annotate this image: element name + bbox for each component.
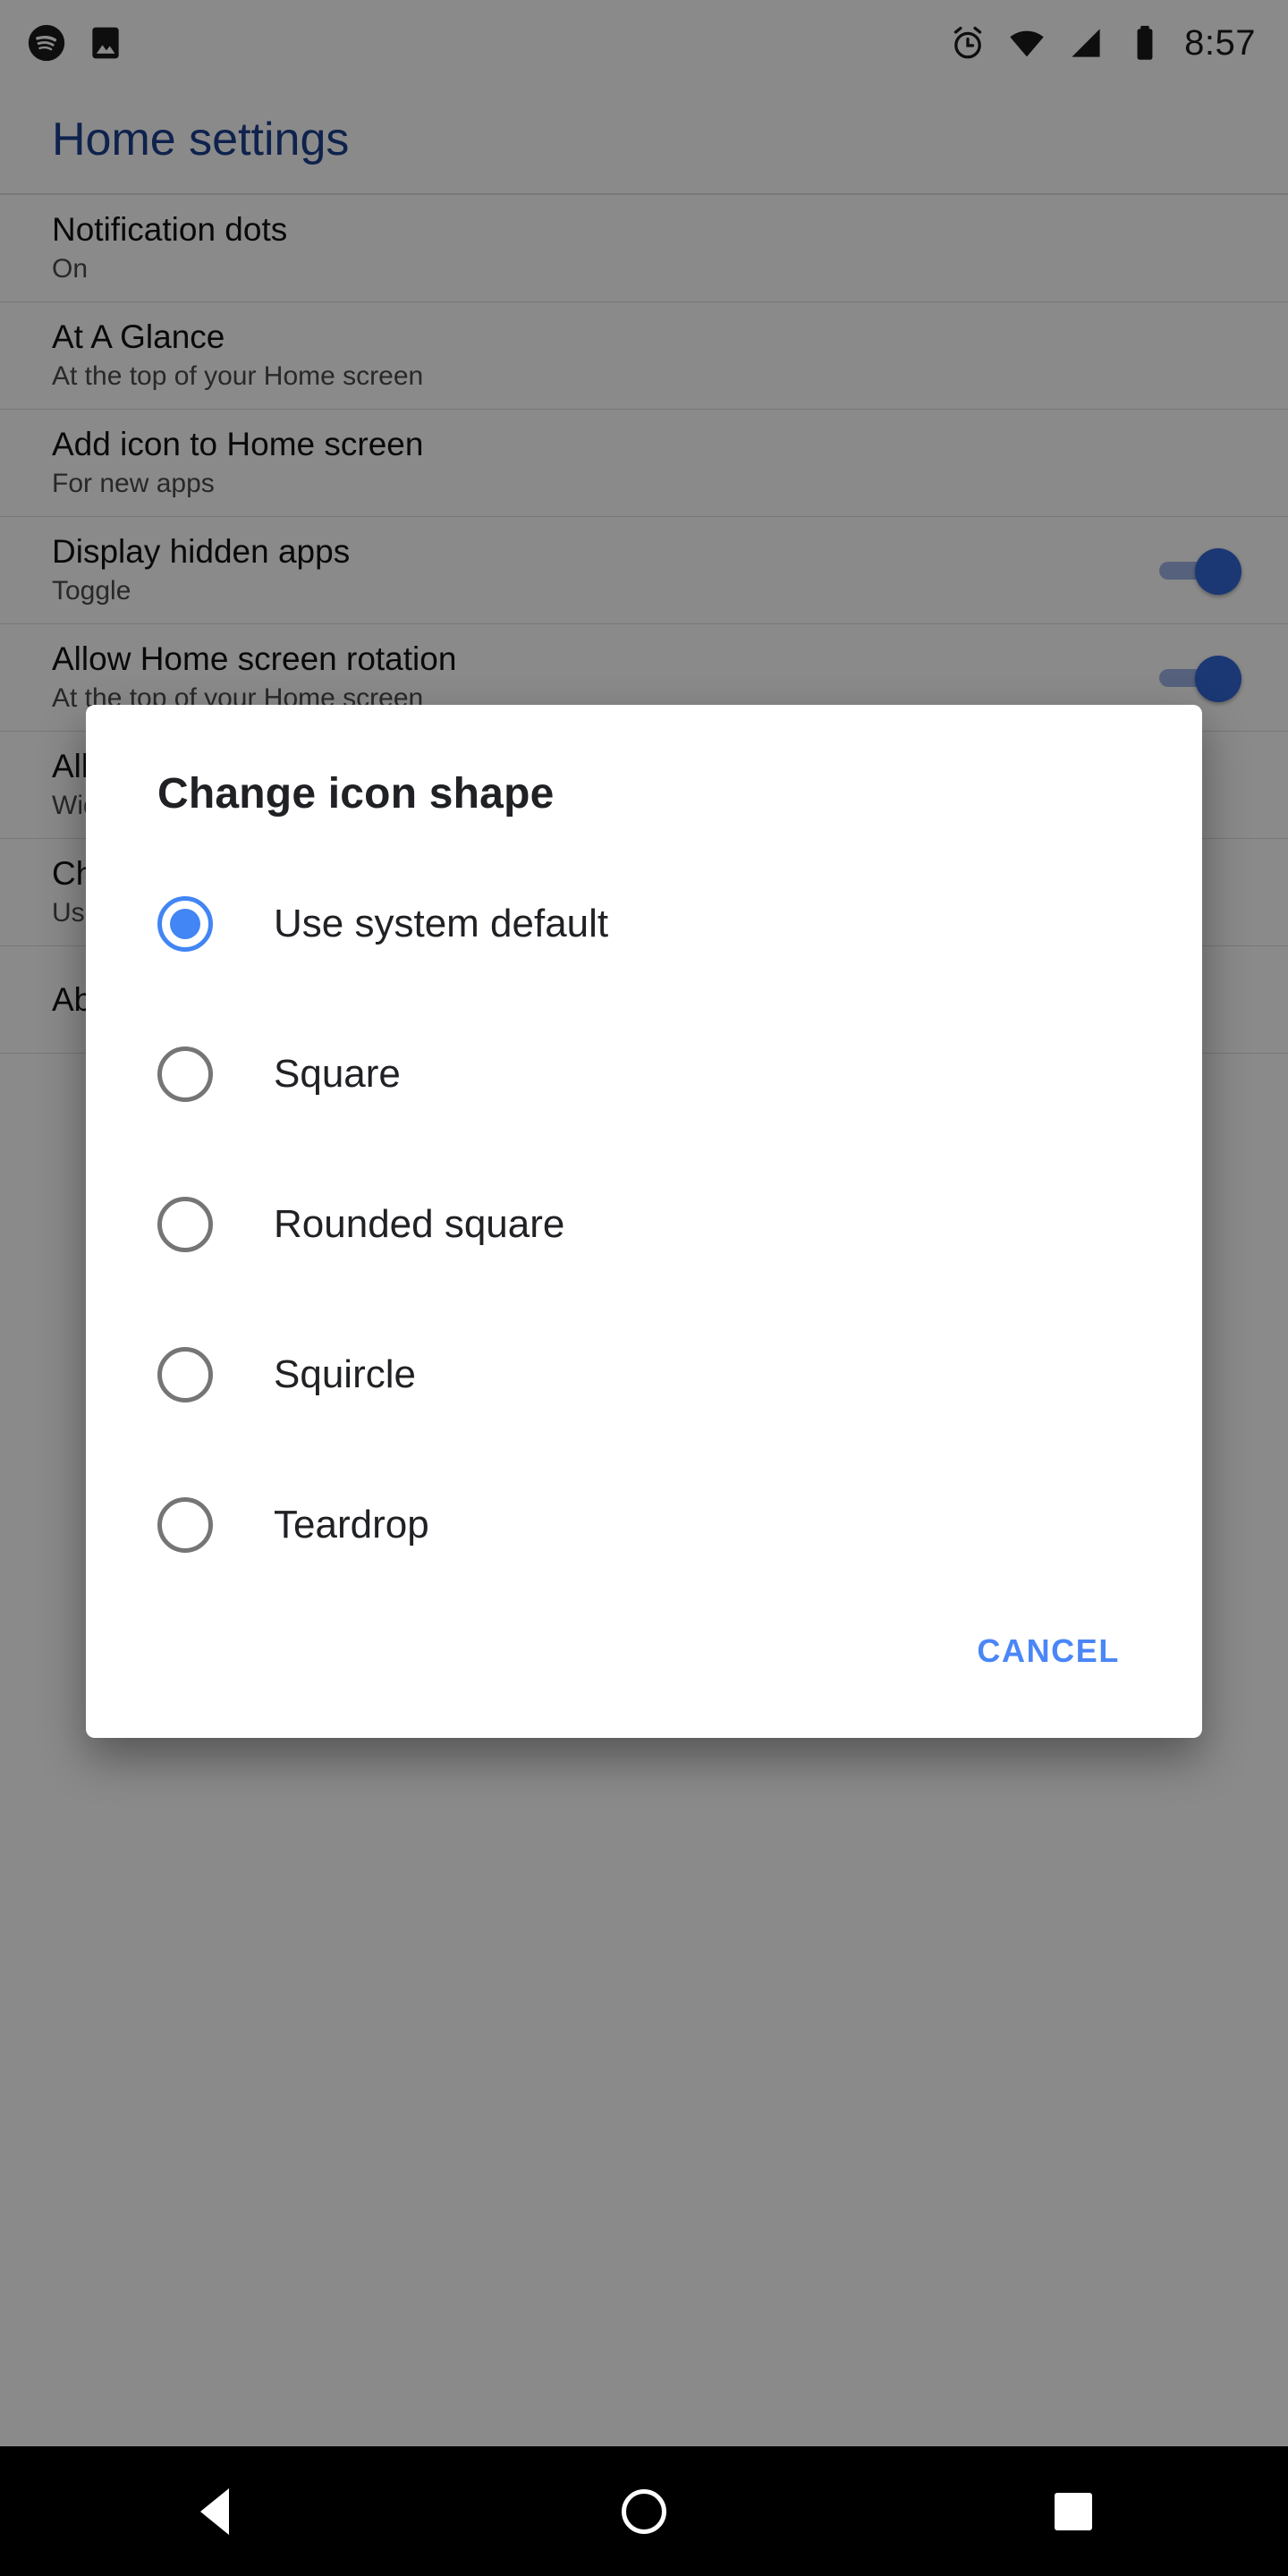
nav-recents-button[interactable] (1002, 2446, 1145, 2576)
navigation-bar (0, 2446, 1288, 2576)
option-label: Use system default (274, 902, 609, 945)
recents-square-icon (1055, 2492, 1092, 2530)
nav-home-button[interactable] (572, 2446, 716, 2576)
change-icon-shape-dialog: Change icon shape Use system default Squ… (86, 705, 1202, 1738)
dialog-title: Change icon shape (157, 770, 555, 818)
option-label: Rounded square (274, 1202, 565, 1246)
back-triangle-icon (200, 2487, 229, 2535)
option-rounded-square[interactable]: Rounded square (86, 1149, 1202, 1300)
option-square[interactable]: Square (86, 999, 1202, 1149)
radio-button-icon[interactable] (157, 1497, 213, 1553)
nav-back-button[interactable] (143, 2446, 286, 2576)
radio-button-icon[interactable] (157, 896, 213, 952)
icon-shape-option-list: Use system default Square Rounded square… (86, 818, 1202, 1600)
option-label: Squircle (274, 1352, 416, 1396)
radio-button-icon[interactable] (157, 1046, 213, 1102)
cancel-button[interactable]: CANCEL (966, 1616, 1131, 1686)
phone-screen: 8:57 Home settings Notification dots On … (0, 0, 1288, 2576)
home-circle-icon (622, 2488, 666, 2534)
option-label: Square (274, 1052, 401, 1096)
option-teardrop[interactable]: Teardrop (86, 1450, 1202, 1600)
radio-button-icon[interactable] (157, 1197, 213, 1252)
radio-button-icon[interactable] (157, 1347, 213, 1402)
option-squircle[interactable]: Squircle (86, 1300, 1202, 1450)
dialog-actions: CANCEL (86, 1600, 1202, 1729)
option-label: Teardrop (274, 1503, 429, 1546)
option-use-system-default[interactable]: Use system default (86, 849, 1202, 999)
